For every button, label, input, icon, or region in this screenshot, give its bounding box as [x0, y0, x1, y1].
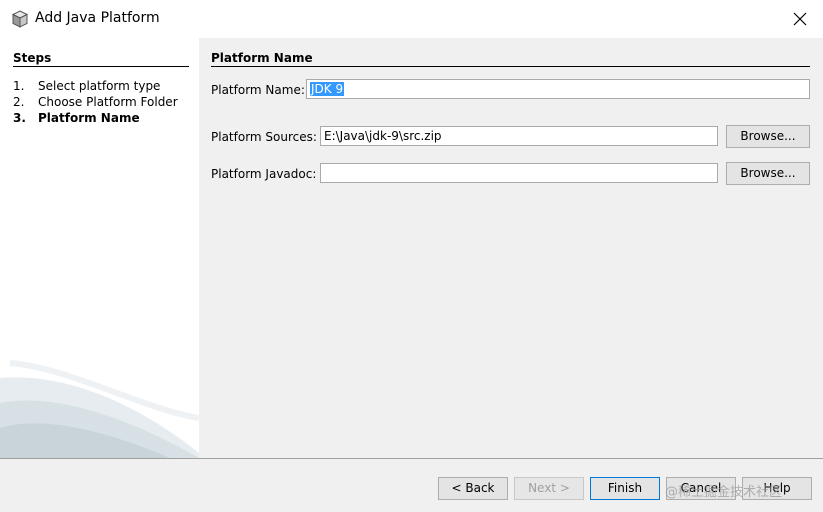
- platform-javadoc-label: Platform Javadoc:: [211, 167, 317, 181]
- step-item: 2. Choose Platform Folder: [13, 95, 178, 109]
- steps-divider: [13, 66, 189, 67]
- step-number: 3.: [13, 111, 26, 125]
- platform-javadoc-input[interactable]: [320, 163, 718, 183]
- back-button[interactable]: < Back: [438, 477, 508, 500]
- step-label: Choose Platform Folder: [38, 95, 178, 109]
- platform-sources-input[interactable]: E:\Java\jdk-9\src.zip: [320, 126, 718, 146]
- decorative-swoosh: [0, 360, 199, 458]
- platform-name-label: Platform Name:: [211, 83, 305, 97]
- steps-pane: Steps 1. Select platform type 2. Choose Pl…: [0, 38, 199, 458]
- panel-divider: [211, 66, 810, 67]
- finish-button[interactable]: Finish: [590, 477, 660, 500]
- platform-sources-label: Platform Sources:: [211, 130, 317, 144]
- steps-title: Steps: [13, 51, 52, 65]
- title-bar: Add Java Platform: [0, 0, 823, 38]
- step-item-current: 3. Platform Name: [13, 111, 140, 125]
- watermark: @稀土掘金技术社区: [665, 485, 783, 500]
- platform-name-value: JDK 9: [310, 82, 345, 96]
- close-icon[interactable]: [792, 11, 808, 27]
- step-label: Select platform type: [38, 79, 161, 93]
- platform-sources-value: E:\Java\jdk-9\src.zip: [324, 129, 442, 143]
- step-number: 2.: [13, 95, 25, 109]
- step-label: Platform Name: [38, 111, 140, 125]
- java-cube-icon: [11, 10, 29, 28]
- browse-javadoc-button[interactable]: Browse...: [726, 162, 810, 185]
- panel-title: Platform Name: [211, 51, 313, 65]
- platform-name-input[interactable]: JDK 9: [306, 79, 810, 99]
- step-number: 1.: [13, 79, 25, 93]
- next-button[interactable]: Next >: [514, 477, 584, 500]
- step-item: 1. Select platform type: [13, 79, 160, 93]
- browse-sources-button[interactable]: Browse...: [726, 125, 810, 148]
- window-title: Add Java Platform: [35, 10, 160, 26]
- content-pane: Platform Name Platform Name: JDK 9 Platf…: [199, 38, 823, 458]
